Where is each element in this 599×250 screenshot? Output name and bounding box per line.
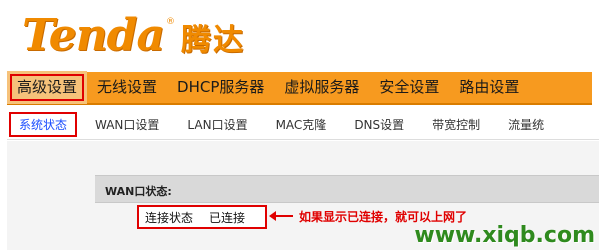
nav-item-wireless-settings[interactable]: 无线设置 <box>87 71 167 104</box>
nav-item-advanced-settings[interactable]: 高级设置 <box>7 71 88 104</box>
logo-chinese-text: 腾达 <box>180 23 245 58</box>
subnav-item-traffic-stats[interactable]: 流量统 <box>494 116 558 133</box>
subnav-item-wan-settings[interactable]: WAN口设置 <box>81 116 173 133</box>
nav-item-security-settings[interactable]: 安全设置 <box>369 71 449 104</box>
nav-item-dhcp-server[interactable]: DHCP服务器 <box>167 71 274 104</box>
connection-status-label: 连接状态 <box>145 210 194 225</box>
subnav-item-system-status[interactable]: 系统状态 <box>8 112 78 137</box>
section-title: WAN口状态: <box>105 185 172 198</box>
tenda-logo: Tenda ® 腾达 <box>22 10 245 61</box>
subnav-item-mac-clone[interactable]: MAC克隆 <box>262 116 341 133</box>
connection-status-row: 连接状态 已连接 <box>137 205 267 229</box>
logo-registered-mark: ® <box>165 17 175 27</box>
main-nav: 高级设置 无线设置 DHCP服务器 虚拟服务器 安全设置 路由设置 <box>7 71 592 105</box>
sub-nav: 系统状态 WAN口设置 LAN口设置 MAC克隆 DNS设置 带宽控制 流量统 <box>7 110 599 140</box>
wan-status-section-header: WAN口状态: <box>95 175 599 203</box>
subnav-item-lan-settings[interactable]: LAN口设置 <box>173 116 261 133</box>
subnav-item-bandwidth-control[interactable]: 带宽控制 <box>418 116 494 133</box>
logo-latin-text: Tenda <box>22 10 165 61</box>
subnav-item-dns-settings[interactable]: DNS设置 <box>340 116 418 133</box>
watermark: www.xiqb.com <box>414 223 595 248</box>
nav-item-virtual-server[interactable]: 虚拟服务器 <box>274 71 369 104</box>
header: Tenda ® 腾达 <box>0 0 599 70</box>
nav-item-routing-settings[interactable]: 路由设置 <box>449 71 529 104</box>
arrow-left-icon <box>269 211 293 221</box>
connection-status-value: 已连接 <box>209 210 246 225</box>
